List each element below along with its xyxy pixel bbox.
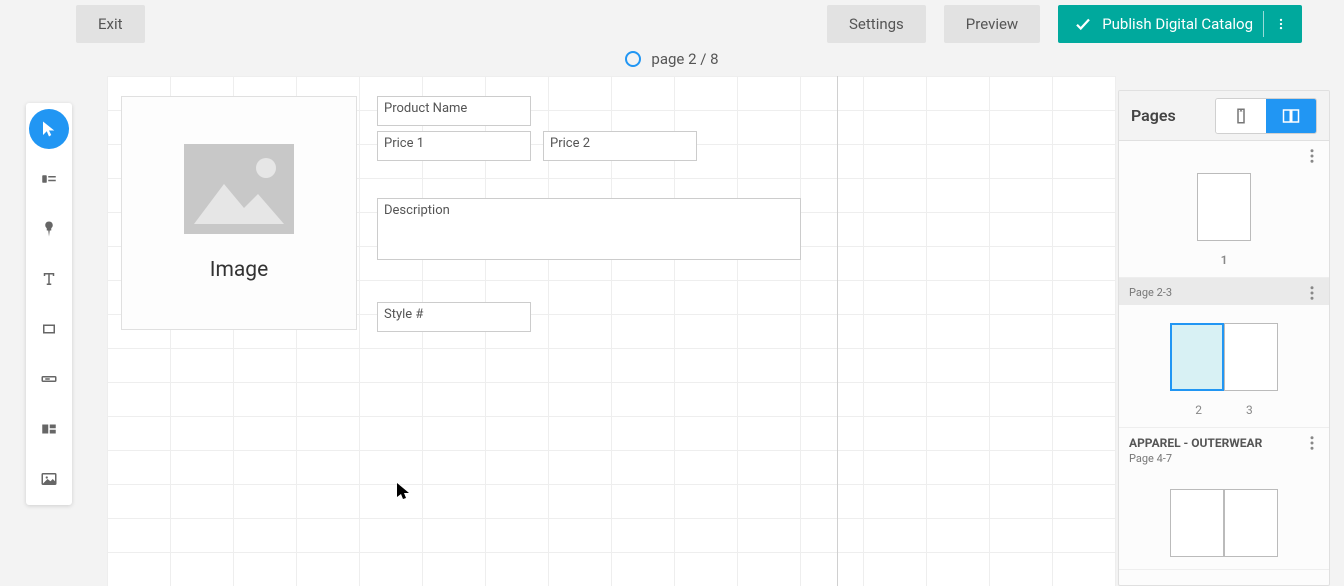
pages-body[interactable]: 1 Page 2-3 2 3 APPAREL - OUTERWEAR	[1119, 141, 1329, 585]
canvas[interactable]: Image Product Name Price 1 Price 2 Descr…	[107, 76, 1116, 586]
top-bar: Exit Settings Preview Publish Digital Ca…	[0, 0, 1344, 48]
kebab-icon[interactable]	[1303, 284, 1321, 302]
image-tool[interactable]	[29, 459, 69, 499]
style-field[interactable]: Style #	[377, 302, 531, 332]
layout-tool[interactable]	[29, 409, 69, 449]
description-field[interactable]: Description	[377, 198, 801, 260]
page-group-subtitle: Page 4-7	[1129, 452, 1172, 465]
card-tool[interactable]	[29, 159, 69, 199]
page-thumbs	[1119, 305, 1329, 403]
page-thumbs	[1119, 155, 1329, 253]
select-tool[interactable]	[29, 109, 69, 149]
page-thumb[interactable]	[1170, 323, 1224, 391]
kebab-icon[interactable]	[1274, 11, 1288, 37]
spread-divider	[837, 76, 838, 586]
publish-button[interactable]: Publish Digital Catalog	[1058, 5, 1302, 43]
kebab-icon[interactable]	[1303, 434, 1321, 452]
page-thumb[interactable]	[1197, 173, 1251, 241]
pages-panel-title: Pages	[1131, 106, 1207, 125]
text-tool[interactable]	[29, 259, 69, 299]
page-number: 2	[1195, 403, 1202, 417]
page-numbers: 2 3	[1119, 403, 1329, 427]
page-group-head	[1119, 141, 1329, 155]
loading-circle-icon	[625, 51, 641, 67]
product-name-field[interactable]: Product Name	[377, 96, 531, 126]
page-group: APPAREL - OUTERWEAR Page 4-7	[1119, 428, 1329, 570]
pages-panel: Pages 1 Page 2-3	[1118, 90, 1330, 586]
mouse-cursor-icon	[396, 482, 410, 500]
page-group-section-title: APPAREL - OUTERWEAR	[1129, 436, 1319, 450]
image-block-label: Image	[210, 258, 268, 282]
page-indicator: page 2 / 8	[0, 48, 1344, 70]
page-group: Page 2-3 2 3	[1119, 278, 1329, 428]
view-toggle	[1215, 98, 1317, 134]
image-placeholder-block[interactable]: Image	[121, 96, 357, 330]
preview-button[interactable]: Preview	[944, 5, 1040, 43]
page-group-head: APPAREL - OUTERWEAR Page 4-7	[1119, 428, 1329, 471]
pages-panel-header: Pages	[1119, 91, 1329, 141]
page-thumb[interactable]	[1224, 323, 1278, 391]
page-group-subtitle: Page 2-3	[1129, 286, 1172, 299]
publish-label: Publish Digital Catalog	[1102, 15, 1253, 33]
image-placeholder-icon	[184, 144, 294, 234]
page-number: 3	[1246, 403, 1253, 417]
page-indicator-label: page 2 / 8	[651, 50, 718, 68]
left-toolbar	[26, 103, 72, 505]
button-tool[interactable]	[29, 359, 69, 399]
page-group-head: Page 2-3	[1119, 278, 1329, 305]
page-group: 1	[1119, 141, 1329, 278]
page-number: 1	[1119, 253, 1329, 277]
rectangle-tool[interactable]	[29, 309, 69, 349]
price1-field[interactable]: Price 1	[377, 131, 531, 161]
page-thumbs	[1119, 471, 1329, 569]
check-icon	[1074, 15, 1092, 33]
pin-tool[interactable]	[29, 209, 69, 249]
price2-field[interactable]: Price 2	[543, 131, 697, 161]
spread-view-button[interactable]	[1266, 99, 1316, 133]
exit-button[interactable]: Exit	[76, 5, 145, 43]
kebab-icon[interactable]	[1303, 147, 1321, 165]
page-thumb[interactable]	[1170, 489, 1224, 557]
single-page-view-button[interactable]	[1216, 99, 1266, 133]
settings-button[interactable]: Settings	[827, 5, 926, 43]
page-thumb[interactable]	[1224, 489, 1278, 557]
publish-divider	[1263, 11, 1264, 37]
